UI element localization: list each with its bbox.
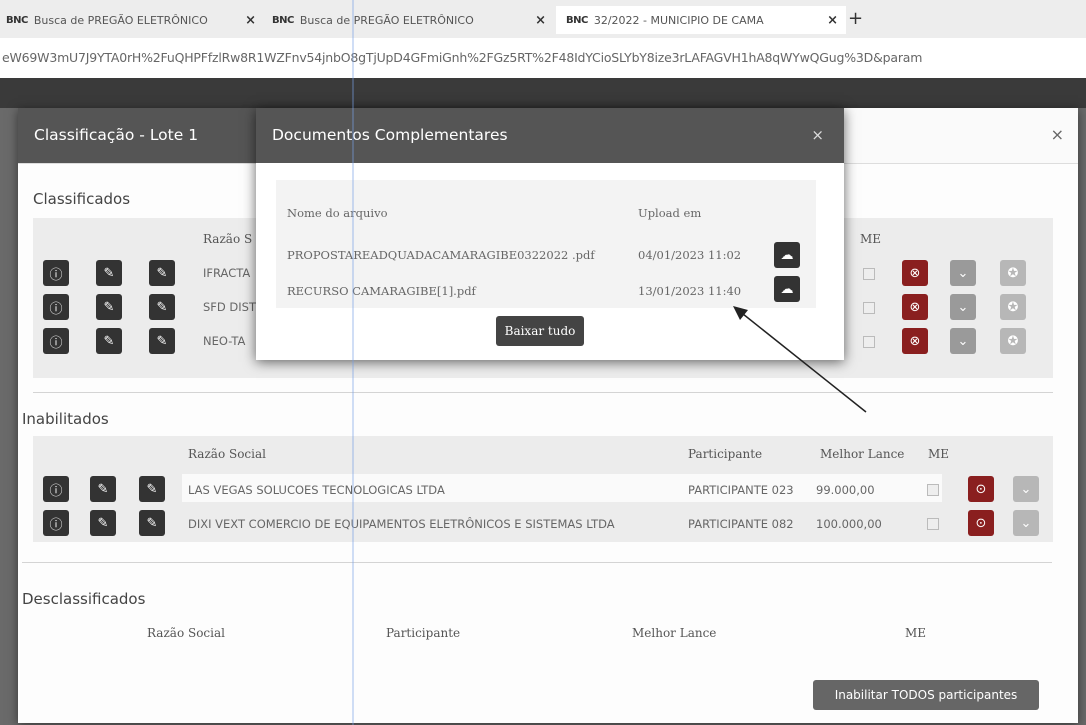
scan-artifact-stripe (352, 0, 354, 725)
annotation-arrow (733, 306, 867, 413)
